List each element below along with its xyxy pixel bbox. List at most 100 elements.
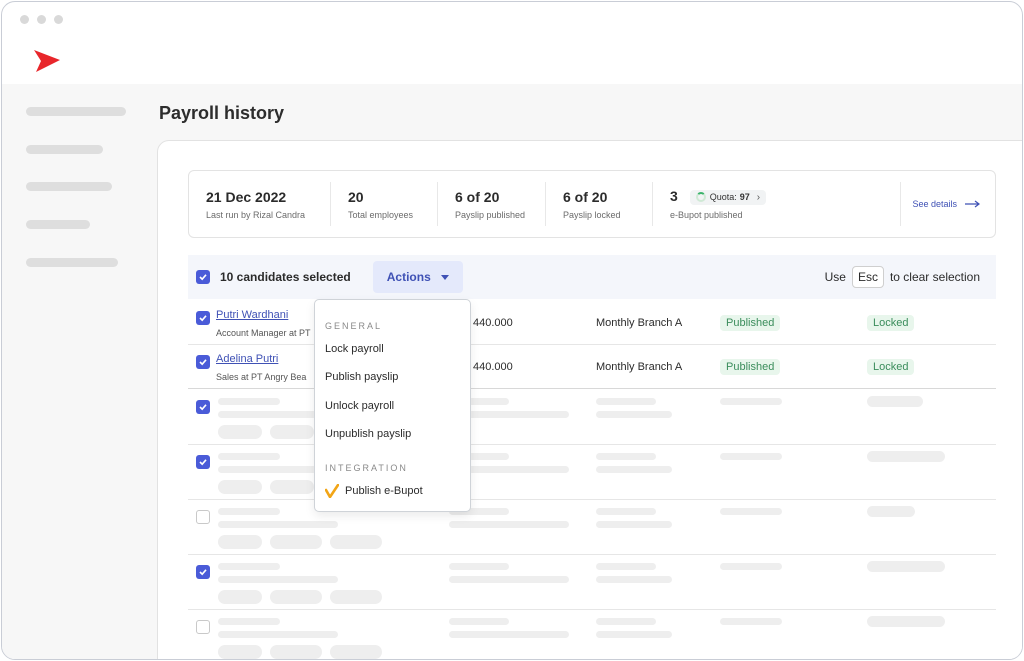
stat-ebupot-published: 3 Quota: 97 › e-Bupot published — [653, 182, 901, 226]
stat-label: Total employees — [348, 209, 414, 220]
skeleton-bar — [596, 508, 656, 515]
table-row-placeholder[interactable] — [188, 610, 996, 659]
menu-item-publish-ebupot[interactable]: Publish e-Bupot — [325, 484, 423, 498]
quota-value: 97 — [739, 192, 750, 203]
row-checkbox[interactable] — [196, 355, 210, 369]
skeleton-pill — [270, 645, 322, 659]
skeleton-bar — [596, 576, 672, 583]
selection-count: 10 candidates selected — [220, 270, 351, 284]
skeleton-bar — [596, 618, 656, 625]
sidebar-item-placeholder[interactable] — [26, 107, 126, 116]
skeleton-bar — [596, 411, 672, 418]
branch-cell: Monthly Branch A — [596, 361, 683, 373]
skeleton-bar — [596, 631, 672, 638]
table-row-placeholder[interactable] — [188, 555, 996, 610]
table-row-placeholder[interactable] — [188, 390, 996, 445]
stat-last-run: 21 Dec 2022 Last run by Rizal Candra — [189, 182, 331, 226]
esc-hint-suffix: to clear selection — [889, 270, 980, 284]
actions-button[interactable]: Actions — [372, 261, 463, 293]
amount-cell: 440.000 — [473, 317, 513, 329]
row-checkbox[interactable] — [196, 311, 210, 325]
status-badge: Published — [720, 315, 781, 331]
row-checkbox[interactable] — [196, 455, 210, 469]
skeleton-pill — [270, 425, 314, 439]
skeleton-pill — [867, 506, 915, 517]
skeleton-pill — [330, 645, 382, 659]
row-checkbox[interactable] — [196, 620, 210, 634]
checkbox-checked-icon — [199, 359, 207, 366]
stat-value: 21 Dec 2022 — [206, 188, 287, 205]
skeleton-bar — [218, 521, 338, 528]
skeleton-bar — [720, 618, 782, 625]
employee-name-link[interactable]: Adelina Putri — [216, 353, 278, 365]
table-row-placeholder[interactable] — [188, 445, 996, 500]
table-row-placeholder[interactable] — [188, 500, 996, 555]
skeleton-bar — [218, 631, 338, 638]
quota-chip[interactable]: Quota: 97 › — [689, 189, 767, 205]
window-dot-icon[interactable] — [37, 15, 46, 24]
skeleton-bar — [218, 453, 280, 460]
stat-label: Last run by Rizal Candra — [206, 209, 306, 220]
skeleton-pill — [867, 561, 945, 572]
skeleton-pill — [867, 451, 945, 462]
stat-payslip-published: 6 of 20 Payslip published — [438, 182, 546, 226]
select-all-checkbox[interactable] — [196, 270, 210, 284]
see-details-link[interactable]: See details — [912, 199, 981, 209]
menu-item-unlock-payroll[interactable]: Unlock payroll — [325, 400, 394, 412]
table-row[interactable]: Adelina Putri Sales at PT Angry Bea 440.… — [188, 345, 996, 389]
stats-bar: 21 Dec 2022 Last run by Rizal Candra 20 … — [188, 170, 996, 238]
skeleton-bar — [449, 631, 569, 638]
logo-icon[interactable] — [32, 48, 62, 74]
stat-label: Payslip locked — [563, 209, 621, 220]
skeleton-bar — [596, 453, 656, 460]
employee-name-link[interactable]: Putri Wardhani — [216, 309, 288, 321]
actions-dropdown-menu: GENERAL Lock payroll Publish payslip Unl… — [314, 299, 471, 512]
status-badge: Published — [720, 359, 781, 375]
skeleton-pill — [218, 645, 262, 659]
menu-item-publish-payslip[interactable]: Publish payslip — [325, 371, 398, 383]
skeleton-bar — [720, 398, 782, 405]
stat-ebupot-count: 3 — [670, 188, 678, 205]
sidebar-item-placeholder[interactable] — [26, 145, 103, 154]
menu-item-lock-payroll[interactable]: Lock payroll — [325, 343, 384, 355]
menu-item-label: Publish e-Bupot — [345, 485, 423, 497]
table-row[interactable]: Putri Wardhani Account Manager at PT 440… — [188, 301, 996, 345]
skeleton-bar — [218, 618, 280, 625]
row-checkbox[interactable] — [196, 400, 210, 414]
menu-item-unpublish-payslip[interactable]: Unpublish payslip — [325, 428, 411, 440]
menu-heading-integration: INTEGRATION — [325, 463, 408, 473]
branch-cell: Monthly Branch A — [596, 317, 683, 329]
skeleton-pill — [270, 535, 322, 549]
stat-total-employees: 20 Total employees — [331, 182, 438, 226]
menu-heading-general: GENERAL — [325, 321, 383, 331]
stat-label: Payslip published — [455, 209, 526, 220]
payroll-card: 21 Dec 2022 Last run by Rizal Candra 20 … — [157, 140, 1022, 659]
skeleton-pill — [867, 616, 945, 627]
skeleton-pill — [218, 535, 262, 549]
row-checkbox[interactable] — [196, 565, 210, 579]
skeleton-bar — [596, 563, 656, 570]
skeleton-pill — [218, 425, 262, 439]
selection-bar: 10 candidates selected Actions Use Esc t… — [188, 255, 996, 299]
skeleton-bar — [596, 466, 672, 473]
row-checkbox[interactable] — [196, 510, 210, 524]
employee-role: Sales at PT Angry Bea — [216, 372, 307, 382]
skeleton-bar — [218, 398, 280, 405]
skeleton-pill — [270, 590, 322, 604]
quota-ring-icon — [695, 192, 706, 203]
employee-role: Account Manager at PT — [216, 328, 311, 338]
skeleton-pill — [330, 535, 382, 549]
window-dot-icon[interactable] — [20, 15, 29, 24]
stat-label: e-Bupot published — [670, 209, 743, 220]
skeleton-bar — [596, 521, 672, 528]
sidebar-item-placeholder[interactable] — [26, 182, 112, 191]
sidebar-item-placeholder[interactable] — [26, 258, 118, 267]
status-badge: Locked — [867, 315, 915, 331]
app-content: Payroll history 21 Dec 2022 Last run by … — [2, 84, 1022, 659]
checkbox-checked-icon — [199, 459, 207, 466]
skeleton-bar — [449, 618, 509, 625]
sidebar-item-placeholder[interactable] — [26, 220, 90, 229]
window-dot-icon[interactable] — [54, 15, 63, 24]
skeleton-bar — [218, 576, 338, 583]
checkbox-checked-icon — [199, 274, 207, 281]
